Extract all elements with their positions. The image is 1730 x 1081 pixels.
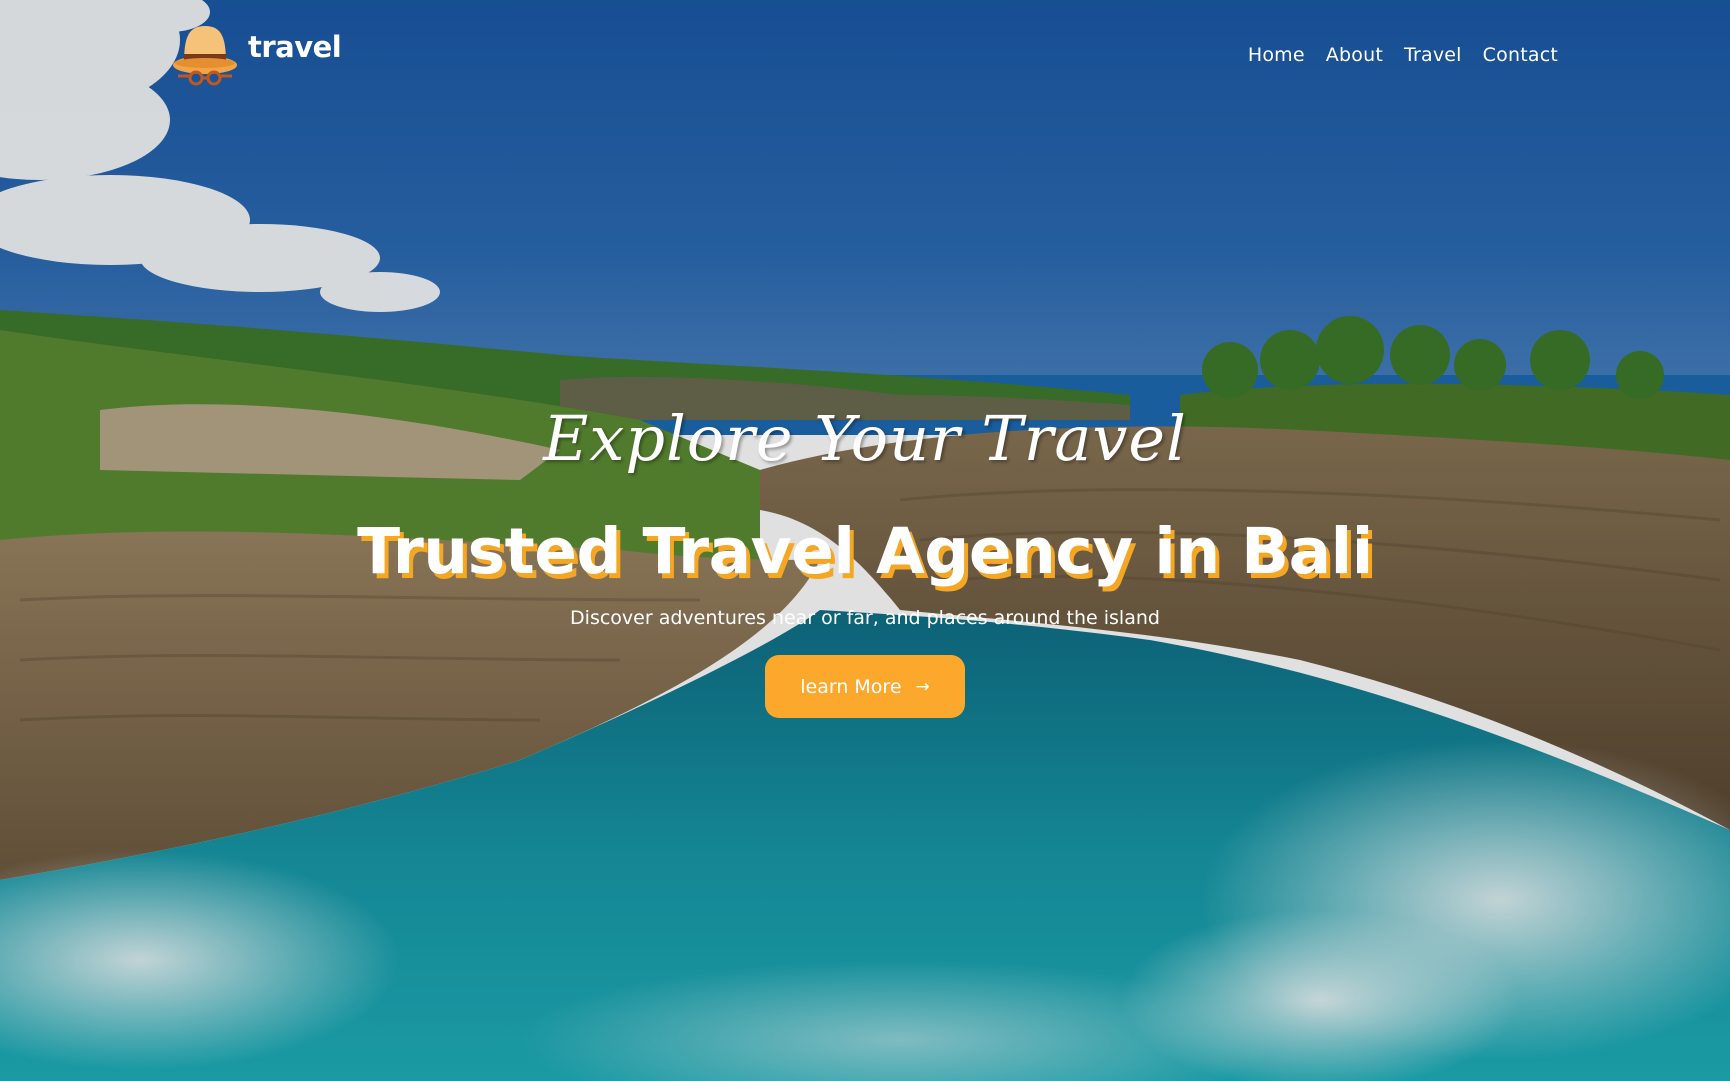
nav-home-link[interactable]: Home	[1248, 44, 1305, 66]
arrow-right-icon: →	[915, 676, 930, 697]
hero-subtitle: Discover adventures near or far, and pla…	[570, 607, 1160, 629]
nav-travel-link[interactable]: Travel	[1404, 44, 1462, 66]
brand-logo[interactable]: travel	[170, 18, 342, 86]
main-menu: Home About Travel Contact	[1248, 44, 1558, 66]
hero-script-title: Explore Your Travel	[543, 402, 1187, 475]
hero-section: travel Home About Travel Contact Explore…	[0, 0, 1730, 1081]
brand-name: travel	[248, 30, 342, 64]
nav-contact-link[interactable]: Contact	[1483, 44, 1558, 66]
learn-more-label: learn More	[800, 675, 902, 698]
hero-title: Trusted Travel Agency in Bali	[357, 515, 1373, 588]
top-navbar: travel Home About Travel Contact	[0, 0, 1730, 110]
learn-more-button[interactable]: learn More →	[765, 655, 965, 718]
nav-about-link[interactable]: About	[1326, 44, 1383, 66]
hat-with-sunglasses-icon	[173, 26, 237, 86]
